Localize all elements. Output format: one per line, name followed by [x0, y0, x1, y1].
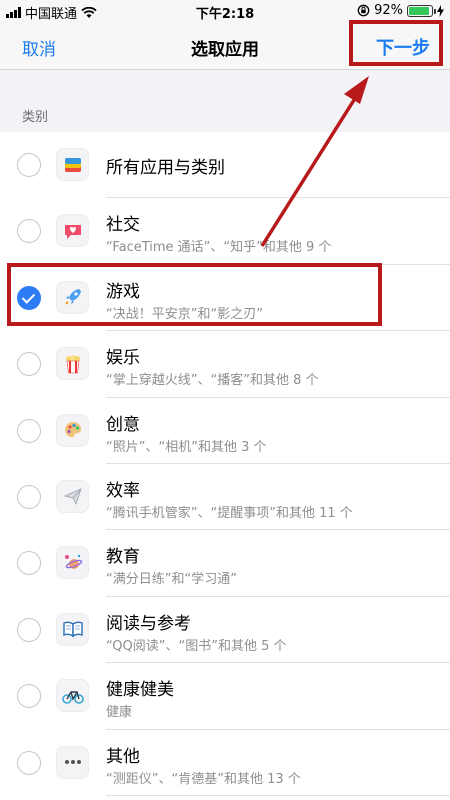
radio-button[interactable] — [17, 617, 41, 642]
more-icon — [56, 745, 89, 779]
category-subtitle: “腾讯手机管家”、“提醒事项”和其他 11 个 — [106, 505, 353, 521]
charging-bolt-icon — [437, 4, 444, 17]
game-row-highlight — [7, 263, 382, 326]
category-row[interactable]: 社交 “FaceTime 通话”、“知乎”和其他 9 个 — [0, 198, 450, 265]
status-bar: 中国联通 下午2:18 92% — [0, 0, 450, 22]
category-title: 社交 — [106, 215, 140, 236]
radio-button[interactable] — [17, 484, 41, 509]
bicycle-icon — [56, 679, 89, 713]
category-row[interactable]: 教育 “满分日练”和“学习通” — [0, 530, 450, 597]
category-title: 效率 — [106, 480, 140, 501]
radio-button[interactable] — [17, 750, 41, 775]
category-list: 所有应用与类别 社交 “FaceTime 通话”、“知乎”和其他 9 个游戏 “决战！… — [0, 132, 450, 796]
category-subtitle: 健康 — [106, 705, 133, 721]
chat-heart-icon — [56, 214, 89, 248]
paper-plane-icon — [56, 479, 89, 513]
radio-button[interactable] — [17, 551, 41, 576]
category-row[interactable]: 效率 “腾讯手机管家”、“提醒事项”和其他 11 个 — [0, 463, 450, 531]
radio-button[interactable] — [17, 219, 41, 244]
radio-button[interactable] — [17, 153, 41, 177]
battery-percent: 92% — [374, 3, 403, 18]
book-icon — [56, 612, 89, 646]
radio-button[interactable] — [17, 684, 41, 709]
planet-icon — [56, 546, 89, 580]
category-title: 其他 — [106, 746, 140, 767]
radio-button[interactable] — [17, 418, 41, 443]
category-title: 教育 — [106, 547, 140, 568]
palette-icon — [56, 413, 89, 447]
section-background — [0, 70, 450, 132]
category-title: 健康健美 — [106, 680, 174, 701]
layers-icon — [56, 148, 89, 181]
section-header: 类别 — [22, 110, 49, 125]
category-title: 所有应用与类别 — [106, 158, 225, 178]
category-title: 创意 — [106, 414, 140, 435]
category-row[interactable]: 所有应用与类别 — [0, 132, 450, 199]
category-row[interactable]: 其他 “测距仪”、“肯德基”和其他 13 个 — [0, 729, 450, 796]
category-row[interactable]: 健康健美 健康 — [0, 663, 450, 730]
row-separator — [106, 794, 450, 796]
popcorn-icon — [56, 347, 89, 381]
category-subtitle: “FaceTime 通话”、“知乎”和其他 9 个 — [106, 240, 332, 256]
category-row[interactable]: 阅读与参考 “QQ阅读”、“图书”和其他 5 个 — [0, 596, 450, 664]
status-right: 92% — [357, 3, 444, 18]
category-title: 娱乐 — [106, 348, 140, 369]
category-subtitle: “满分日练”和“学习通” — [106, 572, 237, 588]
category-subtitle: “照片”、“相机”和其他 3 个 — [106, 439, 267, 455]
category-row[interactable]: 娱乐 “掌上穿越火线”、“播客”和其他 8 个 — [0, 331, 450, 398]
category-subtitle: “QQ阅读”、“图书”和其他 5 个 — [106, 638, 287, 654]
category-title: 阅读与参考 — [106, 613, 191, 634]
rotation-lock-icon — [357, 4, 370, 17]
category-subtitle: “测距仪”、“肯德基”和其他 13 个 — [106, 771, 301, 787]
battery-icon — [407, 4, 436, 17]
category-subtitle: “掌上穿越火线”、“播客”和其他 8 个 — [106, 373, 319, 389]
radio-button[interactable] — [17, 352, 41, 377]
category-row[interactable]: 创意 “照片”、“相机”和其他 3 个 — [0, 397, 450, 464]
next-button-highlight — [349, 20, 443, 66]
